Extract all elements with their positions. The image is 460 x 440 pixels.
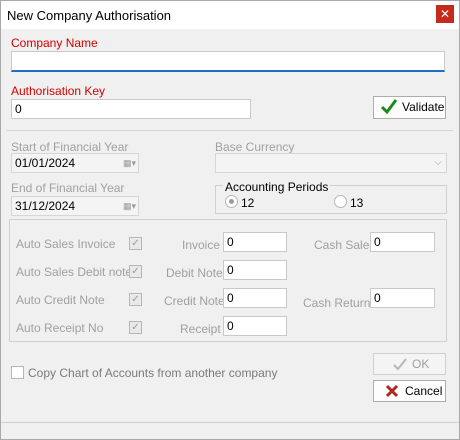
- cancel-button[interactable]: Cancel: [373, 380, 446, 402]
- auto-sales-debit-label: Auto Sales Debit note: [16, 265, 133, 279]
- auto-receipt-checkbox[interactable]: ✓: [129, 321, 142, 334]
- period-13-radio[interactable]: [334, 195, 347, 208]
- ok-button[interactable]: OK: [373, 353, 446, 375]
- invoice-number-input[interactable]: 0: [223, 232, 287, 252]
- cash-sale-number-input[interactable]: 0: [370, 232, 435, 252]
- end-financial-year-label: End of Financial Year: [11, 181, 125, 195]
- checkmark-icon: [392, 356, 408, 378]
- cancel-x-icon: [384, 383, 400, 405]
- auto-credit-note-label: Auto Credit Note: [16, 293, 105, 307]
- debit-note-label: Debit Note: [166, 266, 223, 280]
- end-financial-year-value: 31/12/2024: [15, 199, 76, 213]
- start-financial-year-field[interactable]: 01/01/2024 ▦▾: [11, 153, 139, 173]
- separator: [7, 130, 453, 131]
- window-title: New Company Authorisation: [7, 8, 172, 23]
- debit-note-number-input[interactable]: 0: [223, 260, 287, 280]
- checkmark-icon: [380, 97, 398, 121]
- period-12-label: 12: [241, 196, 255, 210]
- receipt-label: Receipt: [180, 322, 221, 336]
- auto-receipt-label: Auto Receipt No: [16, 321, 104, 335]
- accounting-periods-label: Accounting Periods: [223, 180, 331, 194]
- period-13-label: 13: [350, 196, 364, 210]
- credit-note-number-input[interactable]: 0: [223, 288, 287, 308]
- auto-sales-invoice-label: Auto Sales Invoice: [16, 237, 116, 251]
- cash-return-label: Cash Return: [303, 296, 371, 310]
- auto-sales-debit-checkbox[interactable]: ✓: [129, 265, 142, 278]
- invoice-label: Invoice: [182, 238, 221, 252]
- start-financial-year-value: 01/01/2024: [15, 156, 76, 170]
- dialog-window: New Company Authorisation ✕ Company Name…: [0, 0, 460, 440]
- title-bar: New Company Authorisation ✕: [1, 1, 459, 29]
- auto-sales-invoice-checkbox[interactable]: ✓: [129, 237, 142, 250]
- receipt-number-input[interactable]: 0: [223, 316, 287, 336]
- start-financial-year-label: Start of Financial Year: [11, 140, 129, 154]
- validate-button[interactable]: Validate: [373, 96, 446, 119]
- close-button[interactable]: ✕: [436, 5, 454, 23]
- calendar-dropdown-icon[interactable]: ▦▾: [112, 199, 136, 213]
- period-12-radio[interactable]: [225, 195, 238, 208]
- authorisation-key-label: Authorisation Key: [11, 84, 106, 98]
- authorisation-key-input[interactable]: 0: [11, 99, 251, 119]
- ok-label: OK: [412, 357, 430, 371]
- cancel-label: Cancel: [405, 384, 443, 398]
- base-currency-label: Base Currency: [215, 140, 295, 154]
- status-bar: [1, 422, 459, 439]
- calendar-dropdown-icon[interactable]: ▦▾: [112, 156, 136, 170]
- validate-label: Validate: [402, 100, 445, 114]
- company-name-input[interactable]: [11, 51, 445, 72]
- cash-sale-label: Cash Sale: [314, 238, 370, 252]
- company-name-label: Company Name: [11, 36, 98, 50]
- credit-note-label: Credit Note: [164, 294, 225, 308]
- base-currency-select[interactable]: ⌵: [215, 153, 447, 173]
- copy-chart-label: Copy Chart of Accounts from another comp…: [28, 366, 278, 380]
- auto-credit-note-checkbox[interactable]: ✓: [129, 293, 142, 306]
- cash-return-number-input[interactable]: 0: [370, 288, 435, 308]
- chevron-down-icon: ⌵: [434, 157, 442, 168]
- copy-chart-checkbox[interactable]: [11, 366, 24, 379]
- end-financial-year-field[interactable]: 31/12/2024 ▦▾: [11, 196, 139, 216]
